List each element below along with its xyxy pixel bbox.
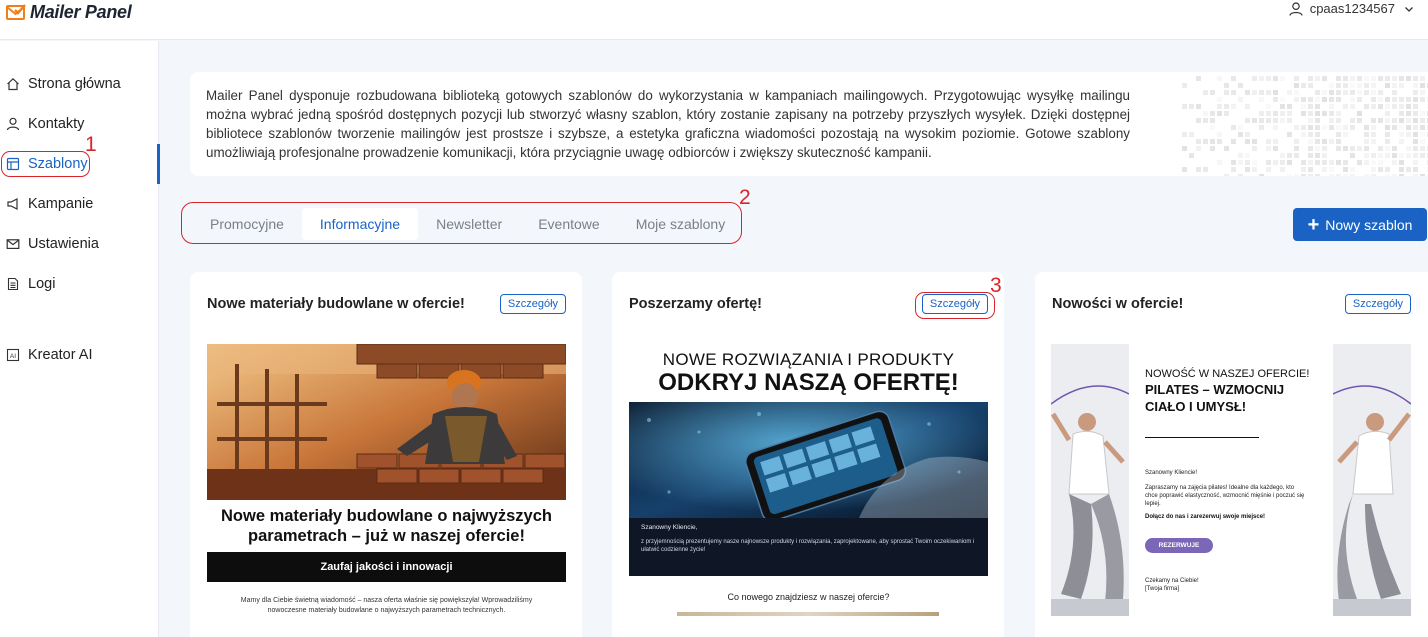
top-bar: Mailer Panel cpaas1234567 — [0, 0, 1428, 40]
new-template-label: Nowy szablon — [1325, 216, 1413, 233]
user-menu[interactable]: cpaas1234567 — [1289, 1, 1414, 16]
log-icon — [6, 277, 20, 291]
sidebar: Strona główna Kontakty Szablony Kampanie… — [0, 41, 160, 637]
preview-line2: ODKRYJ NASZĄ OFERTĘ! — [658, 369, 959, 396]
preview-image-strip — [677, 612, 939, 616]
new-template-button[interactable]: + Nowy szablon — [1293, 208, 1427, 241]
template-card[interactable]: Nowe materiały budowlane w ofercie! Szcz… — [190, 272, 582, 637]
preview-body: Zapraszamy na zajęcia pilates! Idealne d… — [1145, 485, 1305, 507]
logo-text: Mailer Panel — [30, 1, 132, 22]
ai-icon: AI — [6, 348, 20, 362]
preview-dark-panel: Szanowny Kliencie, z przyjemnością preze… — [629, 518, 988, 576]
preview-headline: Nowe materiały budowlane o najwyższych p… — [220, 507, 552, 545]
info-box: Mailer Panel dysponuje rozbudowana bibli… — [190, 72, 1428, 176]
megaphone-icon — [6, 197, 20, 211]
card-title: Nowe materiały budowlane w ofercie! — [207, 296, 465, 312]
annotation-oval-3 — [915, 292, 995, 319]
details-button[interactable]: Szczegóły — [500, 294, 566, 314]
preview-footer: Co nowego znajdziesz w naszej ofercie? — [727, 592, 890, 602]
home-icon — [6, 77, 20, 91]
person-icon — [6, 117, 20, 131]
sidebar-item-logs[interactable]: Logi — [0, 264, 159, 304]
annotation-number-1: 1 — [85, 133, 97, 156]
logo[interactable]: Mailer Panel — [6, 1, 132, 23]
chevron-down-icon — [1405, 6, 1413, 12]
sidebar-item-home[interactable]: Strona główna — [0, 64, 159, 104]
pilates-woman-image-right — [1333, 344, 1411, 616]
preview-line1: NOWE ROZWIĄZANIA I PRODUKTY — [662, 350, 955, 369]
smartphone-image — [629, 402, 988, 518]
sidebar-item-label: Kontakty — [28, 116, 85, 132]
preview-sign2: [Twoja firma] — [1145, 586, 1180, 592]
template-preview[interactable]: NOWE ROZWIĄZANIA I PRODUKTY ODKRYJ NASZĄ… — [629, 344, 988, 637]
sidebar-item-label: Ustawienia — [28, 236, 99, 252]
template-preview[interactable]: Nowe materiały budowlane o najwyższych p… — [207, 344, 566, 637]
pilates-woman-image-left — [1051, 344, 1129, 616]
template-card[interactable]: Poszerzamy ofertę! Szczegóły NOWE ROZWIĄ… — [612, 272, 1004, 637]
preview-body: Mamy dla Ciebie świetną wiadomość – nasz… — [240, 597, 533, 614]
preview-greeting: Szanowny Kliencie! — [1145, 470, 1198, 476]
sidebar-item-contacts[interactable]: Kontakty — [0, 104, 159, 144]
sidebar-item-ai-creator[interactable]: AI Kreator AI — [0, 335, 159, 375]
annotation-oval-2 — [181, 202, 742, 244]
template-preview[interactable]: NOWOŚĆ W NASZEJ OFERCIE! PILATES – WZMOC… — [1051, 344, 1411, 637]
svg-text:AI: AI — [10, 353, 16, 360]
sidebar-item-campaigns[interactable]: Kampanie — [0, 184, 159, 224]
annotation-number-2: 2 — [739, 186, 751, 209]
reserve-button[interactable]: REZERWUJE — [1145, 538, 1213, 553]
preview-pilates: PILATES — [1145, 382, 1199, 397]
card-title: Poszerzamy ofertę! — [629, 296, 762, 312]
preview-divider — [1145, 437, 1259, 438]
preview-cta-text: Dołącz do nas i zarezerwuj swoje miejsce… — [1145, 514, 1266, 520]
construction-worker-image — [207, 344, 566, 500]
mail-check-icon — [6, 3, 26, 20]
dot-pattern-decoration — [1182, 76, 1428, 176]
sidebar-item-label: Kreator AI — [28, 347, 93, 363]
details-button[interactable]: Szczegóły — [1345, 294, 1411, 314]
annotation-oval-1 — [1, 151, 90, 177]
sidebar-item-label: Kampanie — [28, 196, 94, 212]
preview-line2: PILATES – WZMOCNIJ — [1145, 382, 1284, 397]
envelope-icon — [6, 237, 20, 251]
sidebar-item-label: Logi — [28, 276, 56, 292]
preview-body: z przyjemnością prezentujemy nasze najno… — [641, 539, 975, 553]
preview-line1: NOWOŚĆ W NASZEJ OFERCIE! — [1145, 368, 1310, 380]
plus-icon: + — [1307, 213, 1320, 236]
preview-line3: CIAŁO I UMYSŁ! — [1145, 399, 1247, 414]
info-text: Mailer Panel dysponuje rozbudowana bibli… — [206, 88, 1130, 160]
preview-greeting: Szanowny Kliencie, — [641, 524, 698, 531]
username: cpaas1234567 — [1309, 1, 1395, 16]
sidebar-item-settings[interactable]: Ustawienia — [0, 224, 159, 264]
preview-banner: Zaufaj jakości i innowacji — [207, 552, 566, 582]
template-card[interactable]: Nowości w ofercie! Szczegóły NOWOŚĆ W NA… — [1035, 272, 1428, 637]
user-icon — [1289, 1, 1303, 16]
annotation-number-3: 3 — [990, 274, 1002, 297]
preview-line2-rest: – WZMOCNIJ — [1198, 382, 1285, 397]
preview-sign1: Czekamy na Ciebie! — [1145, 578, 1199, 584]
sidebar-item-label: Strona główna — [28, 76, 121, 92]
card-title: Nowości w ofercie! — [1052, 296, 1184, 312]
